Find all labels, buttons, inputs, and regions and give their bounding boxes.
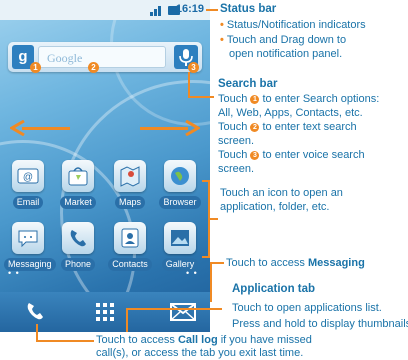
messaging-icon [12,222,44,254]
app-tab-note-1: Touch to open applications list. [232,302,382,314]
app-messaging[interactable]: Messaging [4,222,56,272]
callout-line-call-h [36,340,94,342]
market-icon [62,160,94,192]
search-note-4: screen. [218,135,255,147]
dock [0,292,210,332]
app-maps[interactable]: Maps [106,160,154,210]
call-log-note-1: Touch to access Call log if you have mis… [96,334,312,346]
search-note-5: Touch 3 to enter voice search [218,149,365,161]
callout-line-app-h [126,308,222,310]
app-tab-title: Application tab [232,283,316,295]
app-browser[interactable]: Browser [156,160,204,210]
callout-line-search-h [188,96,214,98]
swipe-right-arrow [140,127,188,130]
icon-note-2: application, folder, etc. [220,201,330,213]
browser-icon [164,160,196,192]
app-label: Email [12,196,44,209]
callout-line-icons [208,218,218,220]
app-contacts[interactable]: Contacts [106,222,154,272]
callout-line-search-v [188,72,190,98]
page-indicator-right: • • [186,268,198,278]
app-label: Browser [159,196,201,209]
app-tab-note-2: Press and hold to display thumbnails. [232,318,408,330]
arrow-left-icon [10,120,25,136]
callout-line-status [206,9,218,11]
status-bar-bullet-2: • Touch and Drag down to [220,34,347,46]
swipe-left-arrow [22,127,70,130]
search-note-6: screen. [218,163,255,175]
status-bar-bullet-3: open notification panel. [229,48,343,60]
app-phone[interactable]: Phone [54,222,102,272]
svg-text:@: @ [23,172,33,183]
callout-line-app-v3 [126,308,128,326]
search-input[interactable]: Google [38,46,166,68]
search-note-3: Touch 2 to enter text search [218,121,357,133]
signal-icon [150,6,161,16]
callout-line-call-v [36,324,38,341]
callout-bracket-top [202,180,210,182]
callout-bracket-bottom [202,256,210,258]
search-bar-title: Search bar [218,78,278,90]
badge-1: 1 [30,62,41,73]
messaging-envelope-icon[interactable] [170,302,196,322]
arrow-right-icon [185,120,200,136]
app-label: Phone [60,258,96,271]
gallery-icon [164,222,196,254]
app-label: Contacts [108,258,152,271]
search-widget: g Google 1 2 3 [8,42,202,73]
call-log-icon[interactable] [24,300,48,324]
badge-2: 2 [88,62,99,73]
app-gallery[interactable]: Gallery [156,222,204,272]
status-bar[interactable]: 16:19 [0,0,210,20]
contacts-icon [114,222,146,254]
phone-icon [62,222,94,254]
callout-line-msg-h [210,262,224,264]
email-icon: @ [12,160,44,192]
app-label: Market [60,196,96,209]
application-tab-icon[interactable] [95,302,115,322]
status-bar-title: Status bar [220,3,277,15]
search-note-1: Touch 1 to enter Search options: [218,93,380,105]
app-email[interactable]: @ Email [4,160,52,210]
search-note-2: All, Web, Apps, Contacts, etc. [218,107,363,119]
app-label: Maps [114,196,145,209]
app-market[interactable]: Market [54,160,102,210]
page-indicator-left: • • [8,268,20,278]
maps-icon [114,160,146,192]
status-bar-bullet-1: • Status/Notification indicators [220,19,366,31]
status-time: 16:19 [175,3,204,15]
icon-note-1: Touch an icon to open an [220,187,343,199]
call-log-note-2: call(s), or access the tab you exit last… [96,347,304,359]
messaging-note: Touch to access Messaging [226,257,365,269]
callout-line-msg-v [210,262,212,302]
phone-home-screen: 16:19 g Google 1 2 3 @ Email Market Maps… [0,0,210,332]
